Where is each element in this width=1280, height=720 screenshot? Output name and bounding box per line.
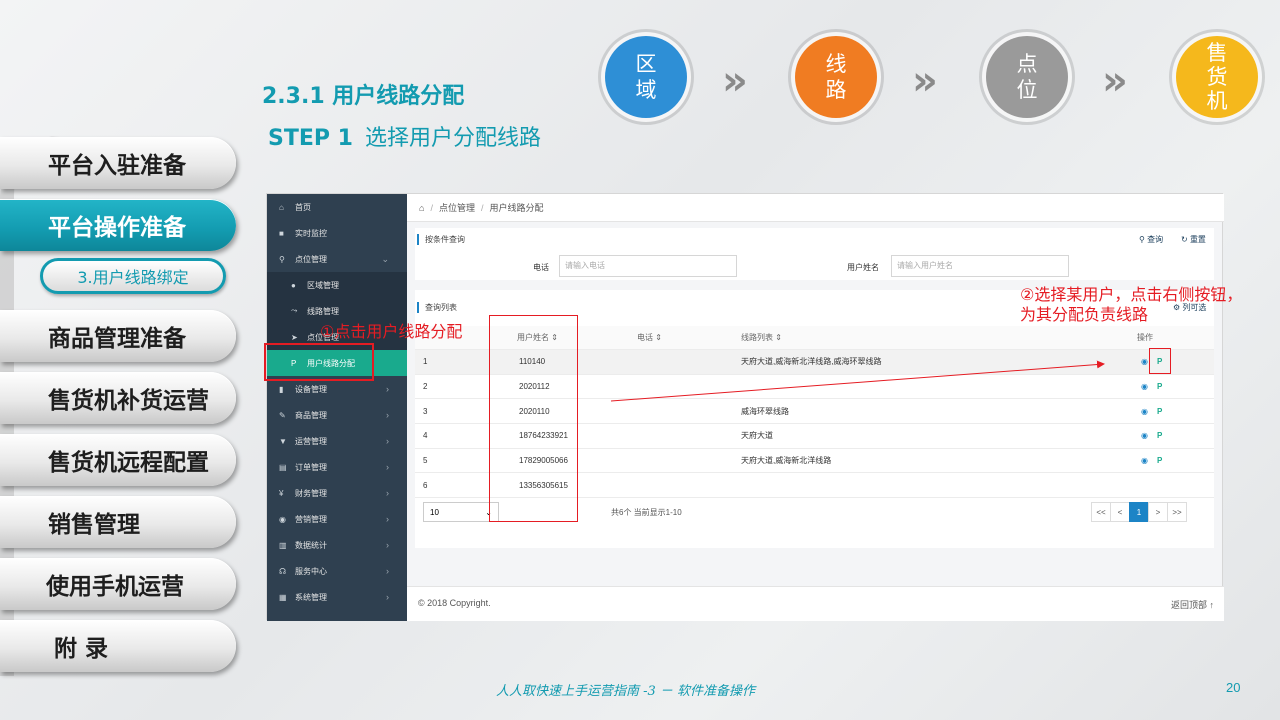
annotation-arrow: [610, 360, 1105, 402]
slide-footer: 人人取快速上手运营指南 -3 － 软件准备操作: [496, 684, 756, 699]
page-number: 20: [1226, 680, 1241, 695]
